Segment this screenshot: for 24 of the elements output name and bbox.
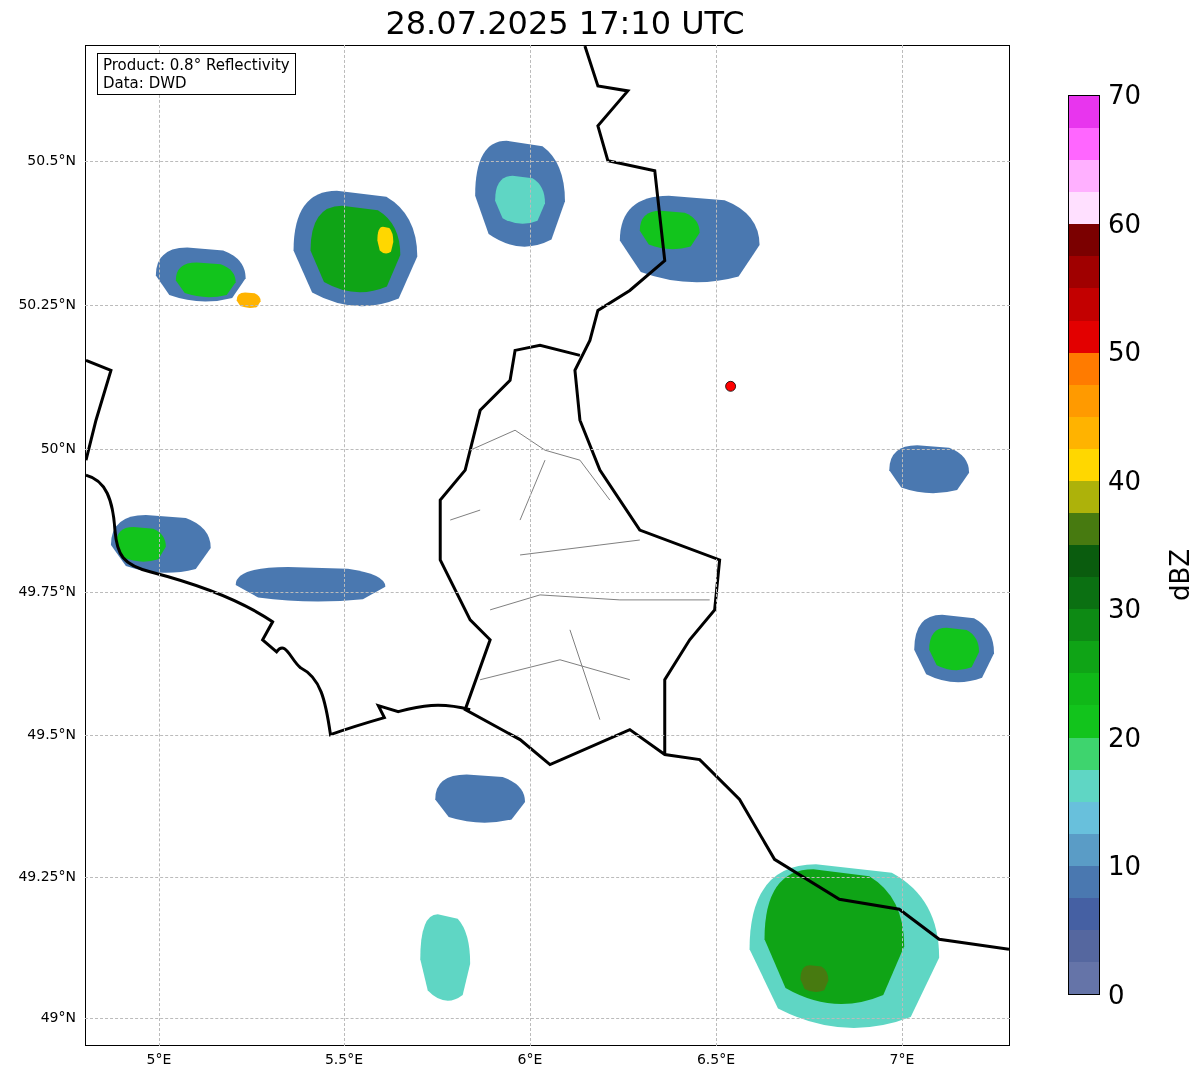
axis-tick-label: 49.75°N bbox=[18, 584, 76, 598]
colorbar-tick-label: 10 bbox=[1108, 853, 1142, 880]
colorbar-tick-label: 0 bbox=[1108, 982, 1125, 1008]
colorbar-tick-label: 20 bbox=[1108, 724, 1142, 751]
colorbar-label: dBZ bbox=[1167, 548, 1193, 602]
info-text: Data: DWD bbox=[103, 74, 188, 92]
info-text: Product: 0.8° Reflectivity bbox=[103, 56, 290, 74]
colorbar-tick-label: 70 bbox=[1108, 82, 1142, 108]
colorbar-tick-label: 60 bbox=[1108, 210, 1142, 237]
colorbar-tick-label: 40 bbox=[1108, 467, 1142, 494]
axis-tick-label: 50.25°N bbox=[18, 297, 76, 311]
axis-tick-label: 6.5°E bbox=[696, 1052, 736, 1066]
colorbar-tick-label: 30 bbox=[1108, 596, 1142, 623]
axis-tick-label: 7°E bbox=[889, 1052, 915, 1066]
axis-tick-label: 49°N bbox=[40, 1010, 76, 1024]
axis-tick-label: 5°E bbox=[146, 1052, 172, 1066]
axis-tick-label: 49.5°N bbox=[27, 727, 76, 741]
axis-tick-label: 50.5°N bbox=[27, 153, 76, 167]
axis-tick-label: 5.5°E bbox=[324, 1052, 364, 1066]
axis-tick-label: 6°E bbox=[517, 1052, 543, 1066]
axis-tick-label: 49.25°N bbox=[18, 869, 76, 883]
colorbar-tick-label: 50 bbox=[1108, 339, 1142, 366]
axis-tick-label: 50°N bbox=[40, 441, 76, 455]
chart-title: 28.07.2025 17:10 UTC bbox=[385, 6, 745, 39]
